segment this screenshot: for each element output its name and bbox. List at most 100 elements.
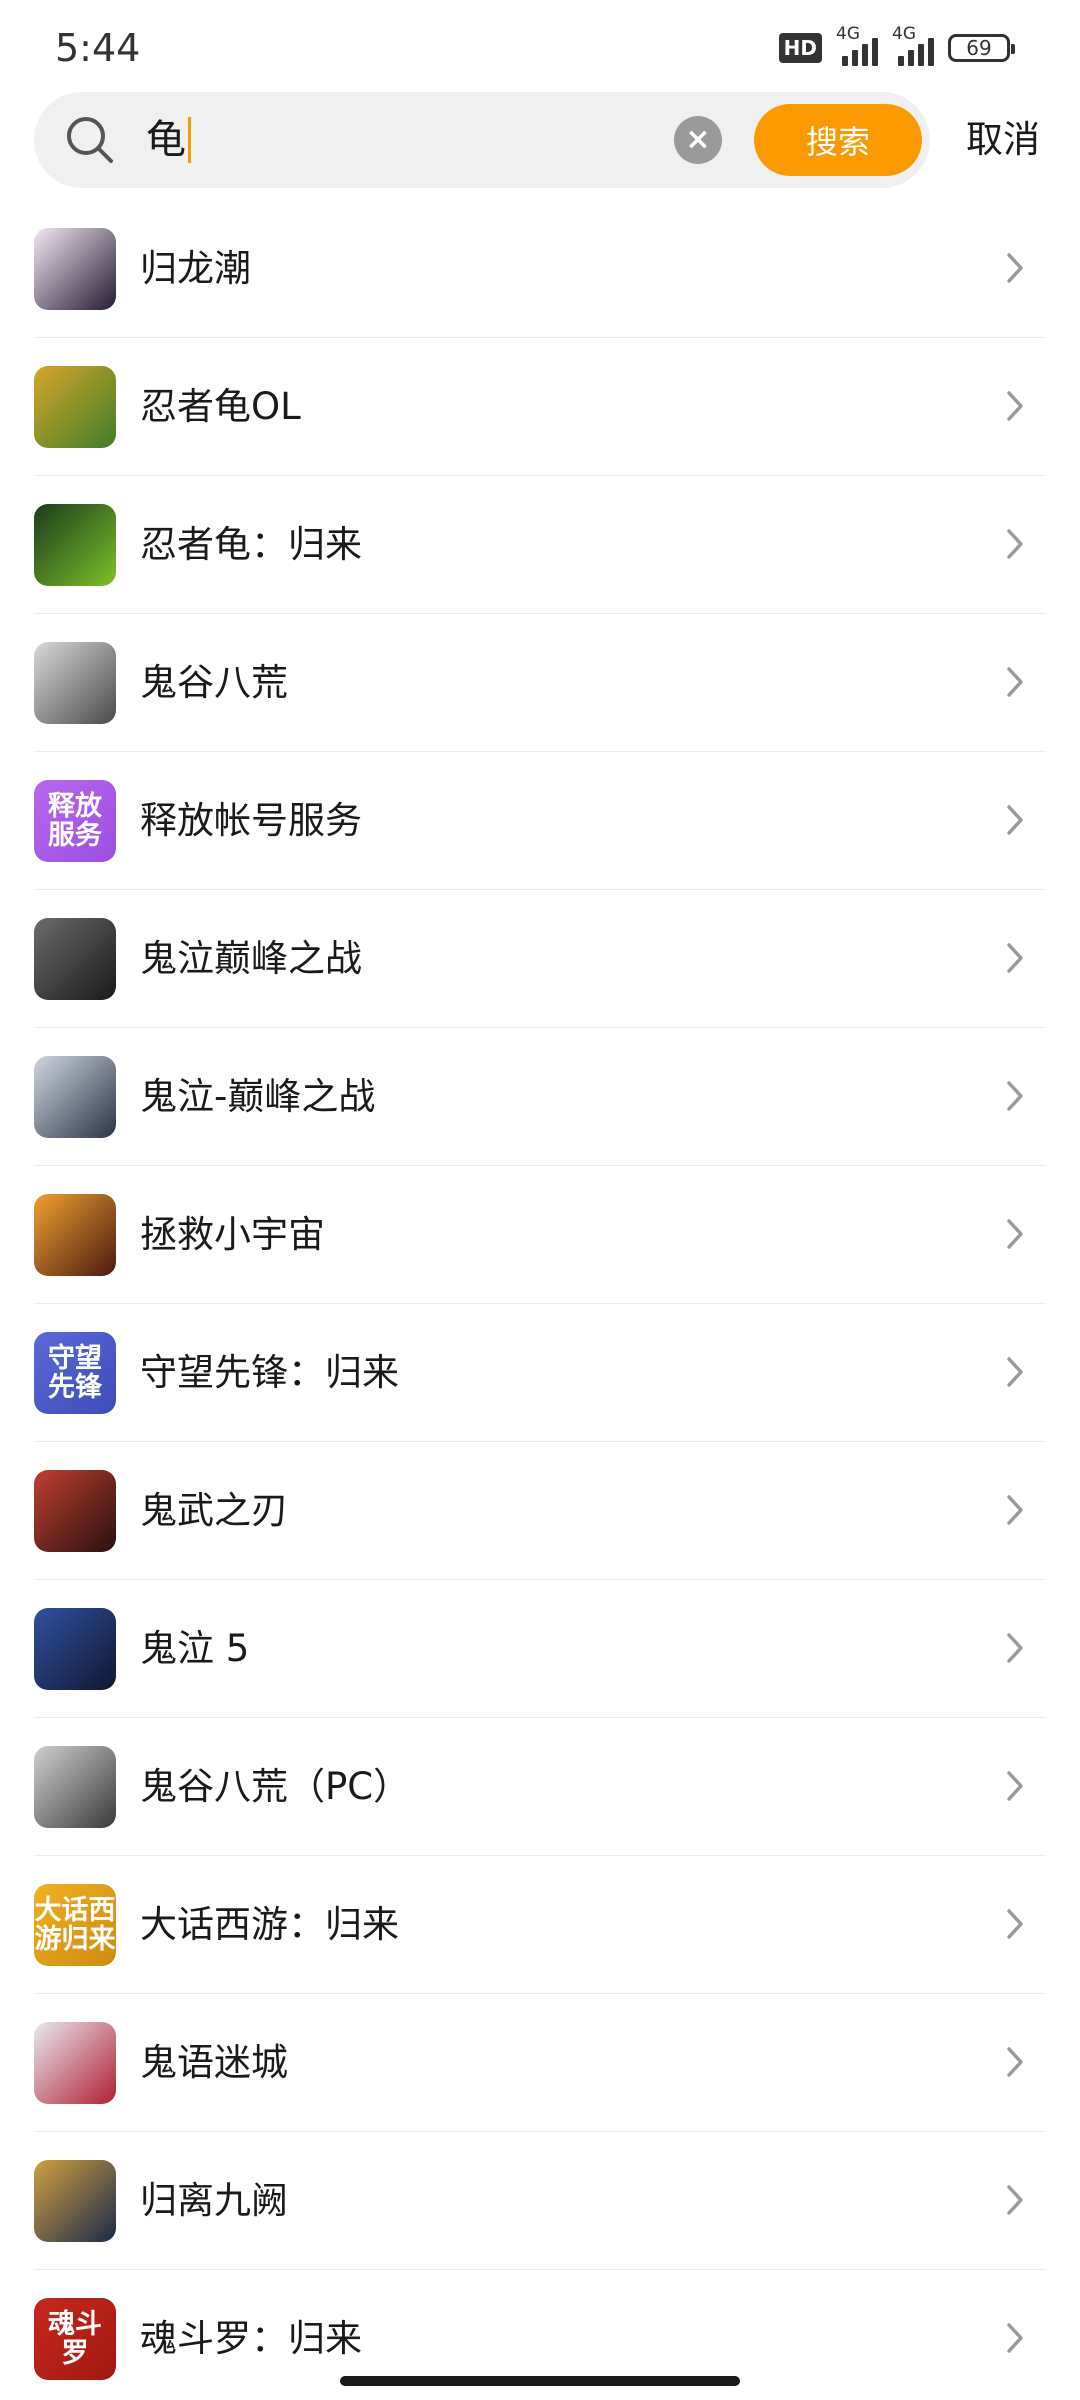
chevron-right-icon bbox=[1007, 1081, 1023, 1111]
result-title: 归龙潮 bbox=[140, 247, 251, 290]
network-type-label: 4G bbox=[836, 24, 860, 44]
status-icons: HD 4G 4G 69 bbox=[778, 24, 1015, 68]
app-icon-label bbox=[34, 642, 116, 724]
result-row[interactable]: 归龙潮 bbox=[0, 200, 1080, 338]
chevron-right-icon bbox=[1007, 529, 1023, 559]
dahua-xiyou-return-app-icon: 大话西 游归来 bbox=[34, 1884, 116, 1966]
result-title: 鬼武之刃 bbox=[140, 1489, 288, 1532]
chevron-right-icon bbox=[1007, 1771, 1023, 1801]
guiyu-micheng-app-icon bbox=[34, 2022, 116, 2104]
result-row[interactable]: 忍者龟：归来 bbox=[0, 476, 1080, 614]
text-cursor bbox=[188, 117, 191, 163]
app-icon-label bbox=[34, 2022, 116, 2104]
battery-icon: 69 bbox=[948, 34, 1015, 62]
result-row[interactable]: 忍者龟OL bbox=[0, 338, 1080, 476]
overwatch-return-app-icon: 守望 先锋 bbox=[34, 1332, 116, 1414]
hd-voice-icon: HD bbox=[778, 33, 822, 63]
result-row[interactable]: 拯救小宇宙 bbox=[0, 1166, 1080, 1304]
chevron-right-icon bbox=[1007, 805, 1023, 835]
release-account-service-app-icon: 释放 服务 bbox=[34, 780, 116, 862]
chevron-right-icon bbox=[1007, 1909, 1023, 1939]
chevron-right-icon bbox=[1007, 667, 1023, 697]
devil-may-cry-5-app-icon bbox=[34, 1608, 116, 1690]
chevron-right-icon bbox=[1007, 2323, 1023, 2353]
search-icon bbox=[67, 117, 113, 163]
app-icon-label-line: 释放 bbox=[48, 791, 102, 822]
result-title: 鬼谷八荒（PC） bbox=[140, 1765, 411, 1808]
devil-may-cry-peak-app-icon bbox=[34, 918, 116, 1000]
search-input[interactable]: 龟 bbox=[146, 112, 191, 168]
contra-return-app-icon: 魂斗罗 bbox=[34, 2298, 116, 2380]
app-icon-label bbox=[34, 1608, 116, 1690]
result-title: 守望先锋：归来 bbox=[140, 1351, 399, 1394]
result-title: 拯救小宇宙 bbox=[140, 1213, 325, 1256]
chevron-right-icon bbox=[1007, 943, 1023, 973]
result-row[interactable]: 大话西 游归来 大话西游：归来 bbox=[0, 1856, 1080, 1994]
result-row[interactable]: 鬼谷八荒（PC） bbox=[0, 1718, 1080, 1856]
guigu-bahuang-app-icon bbox=[34, 642, 116, 724]
result-title: 大话西游：归来 bbox=[140, 1903, 399, 1946]
app-icon-label bbox=[34, 1746, 116, 1828]
result-row[interactable]: 鬼谷八荒 bbox=[0, 614, 1080, 752]
result-title: 忍者龟：归来 bbox=[140, 523, 362, 566]
app-icon-label-line: 游归来 bbox=[34, 1924, 116, 1955]
app-icon-label-line: 大话西 bbox=[34, 1895, 116, 1926]
network-type-label: 4G bbox=[892, 24, 916, 44]
result-title: 忍者龟OL bbox=[140, 385, 301, 428]
app-icon-label-line: 服务 bbox=[48, 820, 102, 851]
result-row[interactable]: 归离九阙 bbox=[0, 2132, 1080, 2270]
result-row[interactable]: 鬼武之刃 bbox=[0, 1442, 1080, 1580]
app-icon-label: 魂斗罗 bbox=[34, 2298, 116, 2380]
chevron-right-icon bbox=[1007, 1357, 1023, 1387]
close-icon: × bbox=[685, 122, 711, 157]
result-row[interactable]: 释放 服务 释放帐号服务 bbox=[0, 752, 1080, 890]
home-indicator[interactable] bbox=[340, 2376, 740, 2386]
result-row[interactable]: 守望 先锋 守望先锋：归来 bbox=[0, 1304, 1080, 1442]
app-icon-label bbox=[34, 504, 116, 586]
result-title: 鬼谷八荒 bbox=[140, 661, 288, 704]
result-row[interactable]: 鬼语迷城 bbox=[0, 1994, 1080, 2132]
search-query: 龟 bbox=[146, 117, 186, 163]
app-icon-label bbox=[34, 2160, 116, 2242]
search-results-list: 归龙潮 忍者龟OL 忍者龟：归来 鬼谷八荒 释放 服务 释放帐号服务 鬼泣巅峰之战 鬼泣-巅峰之… bbox=[0, 200, 1080, 2400]
clear-search-button[interactable]: × bbox=[674, 116, 722, 164]
guigu-bahuang-pc-app-icon bbox=[34, 1746, 116, 1828]
app-icon-label bbox=[34, 1056, 116, 1138]
chevron-right-icon bbox=[1007, 2047, 1023, 2077]
status-time: 5:44 bbox=[55, 26, 141, 70]
search-results-screen: 5:44 HD 4G 4G 69 龟 × 搜索 取消 归龙潮 忍者龟OL 忍者龟… bbox=[0, 0, 1080, 2400]
chevron-right-icon bbox=[1007, 1495, 1023, 1525]
result-row[interactable]: 鬼泣巅峰之战 bbox=[0, 890, 1080, 1028]
devil-may-cry-peak-2-app-icon bbox=[34, 1056, 116, 1138]
chevron-right-icon bbox=[1007, 1219, 1023, 1249]
result-row[interactable]: 鬼泣 5 bbox=[0, 1580, 1080, 1718]
app-icon-label-line: 魂斗 bbox=[48, 2309, 102, 2340]
app-icon-label bbox=[34, 918, 116, 1000]
search-button[interactable]: 搜索 bbox=[754, 104, 922, 176]
guili-jiuque-app-icon bbox=[34, 2160, 116, 2242]
cancel-button[interactable]: 取消 bbox=[966, 112, 1040, 168]
result-title: 释放帐号服务 bbox=[140, 799, 362, 842]
guilongchao-app-icon bbox=[34, 228, 116, 310]
app-icon-label bbox=[34, 228, 116, 310]
battery-level: 69 bbox=[966, 36, 992, 60]
chevron-right-icon bbox=[1007, 391, 1023, 421]
result-title: 归离九阙 bbox=[140, 2179, 288, 2222]
result-title: 魂斗罗：归来 bbox=[140, 2317, 362, 2360]
app-icon-label: 大话西 游归来 bbox=[34, 1884, 116, 1966]
app-icon-label-line: 先锋 bbox=[48, 1372, 102, 1403]
result-title: 鬼泣巅峰之战 bbox=[140, 937, 362, 980]
app-icon-label: 守望 先锋 bbox=[34, 1332, 116, 1414]
signal-icon: 4G bbox=[836, 24, 878, 66]
ninja-turtles-ol-app-icon bbox=[34, 366, 116, 448]
result-title: 鬼泣-巅峰之战 bbox=[140, 1075, 376, 1118]
guiwu-zhiren-app-icon bbox=[34, 1470, 116, 1552]
result-row[interactable]: 鬼泣-巅峰之战 bbox=[0, 1028, 1080, 1166]
ninja-turtles-return-app-icon bbox=[34, 504, 116, 586]
result-title: 鬼泣 5 bbox=[140, 1627, 250, 1670]
search-bar[interactable]: 龟 × 搜索 bbox=[34, 92, 930, 188]
app-icon-label bbox=[34, 366, 116, 448]
app-icon-label: 释放 服务 bbox=[34, 780, 116, 862]
status-bar: 5:44 HD 4G 4G 69 bbox=[0, 0, 1080, 90]
chevron-right-icon bbox=[1007, 253, 1023, 283]
